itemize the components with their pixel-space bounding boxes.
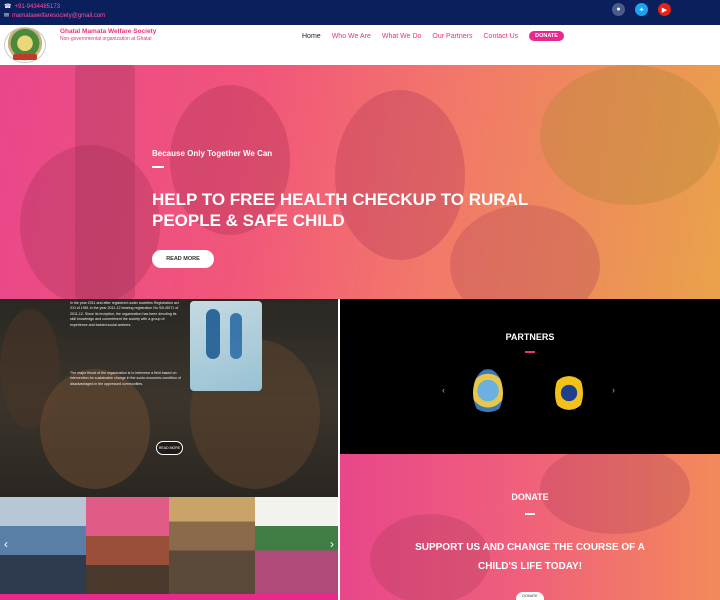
main-nav: Home Who We Are What We Do Our Partners …: [302, 31, 564, 41]
gallery-photo[interactable]: [86, 497, 169, 594]
hero-divider: [152, 166, 164, 168]
donate-divider: [525, 513, 535, 515]
chevron-right-icon[interactable]: ›: [612, 385, 615, 395]
hero-banner: Because Only Together We Can HELP TO FRE…: [0, 65, 720, 299]
about-paragraph-2: The major thrust of the organization is …: [70, 371, 181, 386]
accent-line: [0, 594, 338, 600]
phone-number[interactable]: +91-9434485173: [14, 4, 60, 10]
youtube-icon[interactable]: ▶: [658, 3, 671, 16]
email-address[interactable]: mamatawelfaresociety@gmail.com: [12, 13, 105, 19]
donate-button[interactable]: DONATE: [516, 592, 544, 600]
donate-line-1: SUPPORT US AND CHANGE THE COURSE OF A: [415, 542, 645, 553]
donate-line-2: CHILD'S LIFE TODAY!: [477, 561, 583, 572]
nav-home[interactable]: Home: [302, 33, 321, 40]
about-section: in the year 2011 and after registered un…: [0, 299, 338, 497]
photo-gallery: ‹ ›: [0, 497, 338, 594]
chevron-left-icon[interactable]: ‹: [4, 537, 8, 551]
lions-club-logo[interactable]: [555, 370, 583, 416]
partners-section: PARTNERS ‹ ›: [340, 299, 720, 454]
nav-what-we-do[interactable]: What We Do: [382, 33, 422, 40]
hero-photo-shape: [540, 65, 720, 205]
social-links: ● ✦ ▶: [612, 3, 671, 16]
about-read-more-button[interactable]: READ MORE: [156, 441, 183, 455]
hero-read-more-button[interactable]: READ MORE: [152, 250, 214, 268]
hero-title: HELP TO FREE HEALTH CHECKUP TO RURAL PEO…: [152, 190, 528, 230]
organization-name: Ghatal Mamata Welfare Society: [60, 28, 157, 35]
hero-photo-shape: [335, 90, 465, 260]
hero-tagline: Because Only Together We Can: [152, 149, 273, 158]
partners-divider: [525, 351, 535, 353]
chevron-right-icon[interactable]: ›: [330, 537, 334, 551]
organization-subtitle: Non-governmental organization at Ghatal: [60, 36, 152, 42]
nav-contact-us[interactable]: Contact Us: [484, 33, 519, 40]
twitter-icon[interactable]: ✦: [635, 3, 648, 16]
gallery-photo[interactable]: ›: [255, 497, 338, 594]
chevron-left-icon[interactable]: ‹: [442, 385, 445, 395]
health-illustration: [190, 301, 262, 391]
phone-icon: ☎: [4, 4, 12, 10]
site-header: Ghatal Mamata Welfare Society Non-govern…: [0, 25, 720, 65]
nav-who-we-are[interactable]: Who We Are: [332, 33, 371, 40]
gallery-photo[interactable]: [169, 497, 255, 594]
gallery-photo[interactable]: ‹: [0, 497, 86, 594]
partner-logo[interactable]: [473, 369, 503, 417]
donate-message: SUPPORT US AND CHANGE THE COURSE OF A CHI…: [340, 538, 720, 576]
nav-our-partners[interactable]: Our Partners: [432, 33, 472, 40]
hero-photo-shape: [20, 145, 160, 299]
about-paragraph-1: in the year 2011 and after registered un…: [70, 301, 179, 327]
donate-section: DONATE SUPPORT US AND CHANGE THE COURSE …: [340, 454, 720, 600]
mail-icon: ✉: [4, 13, 10, 19]
contact-info: ☎ +91-9434485173 ✉ mamatawelfaresociety@gm…: [4, 3, 105, 21]
globe-icon[interactable]: ●: [612, 3, 625, 16]
nav-donate-button[interactable]: DONATE: [529, 31, 564, 41]
organization-logo[interactable]: [4, 27, 46, 63]
donate-title: DONATE: [511, 492, 549, 502]
email-row: ✉ mamatawelfaresociety@gmail.com: [4, 12, 105, 21]
partners-title: PARTNERS: [505, 332, 555, 342]
phone-row: ☎ +91-9434485173: [4, 3, 105, 12]
top-bar: ☎ +91-9434485173 ✉ mamatawelfaresociety@gm…: [0, 0, 720, 25]
